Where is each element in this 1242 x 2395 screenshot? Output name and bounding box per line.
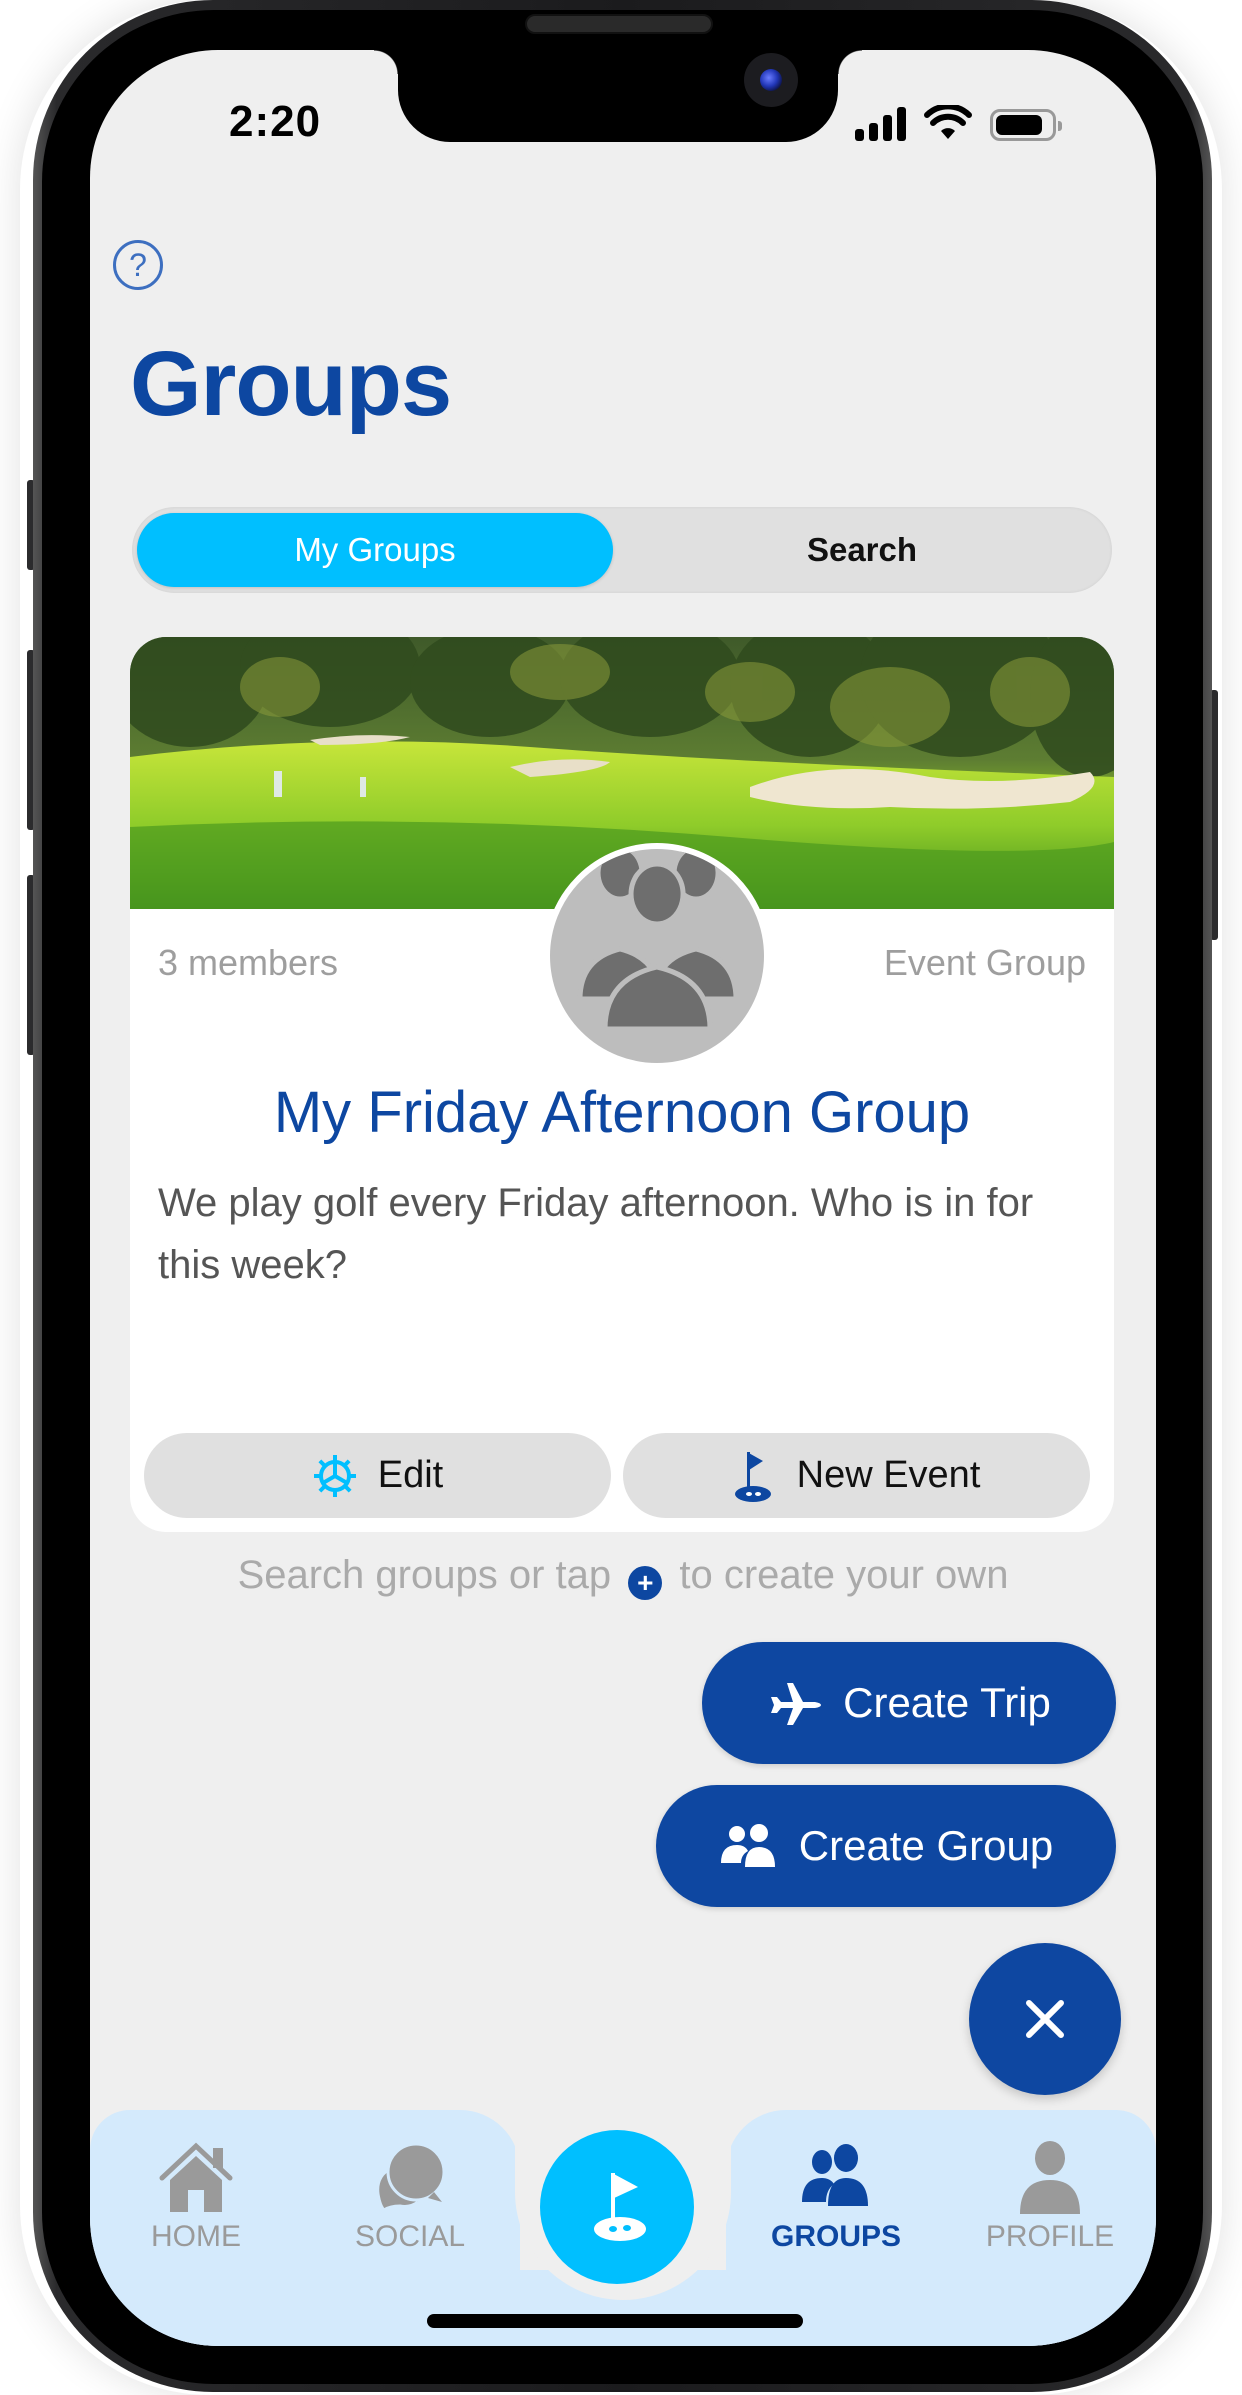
home-indicator <box>427 2314 803 2328</box>
tab-my-groups[interactable]: My Groups <box>137 513 613 587</box>
tab-social[interactable]: SOCIAL <box>330 2140 490 2254</box>
groups-segmented-control: My Groups Search <box>132 507 1112 593</box>
battery-level <box>996 115 1042 135</box>
status-time: 2:20 <box>229 97 322 146</box>
person-icon <box>1020 2141 1080 2214</box>
tab-groups-label: GROUPS <box>770 2220 902 2253</box>
page-title: Groups <box>130 333 452 435</box>
edit-label: Edit <box>377 1454 444 1496</box>
chat-bubbles-icon <box>376 2142 446 2212</box>
center-golf-button[interactable] <box>540 2130 694 2284</box>
question-circle-icon[interactable]: ? <box>113 240 163 290</box>
people-icon <box>802 2144 868 2206</box>
tab-social-label: SOCIAL <box>354 2220 466 2253</box>
front-camera <box>744 53 798 107</box>
status-icons <box>855 105 1062 141</box>
people-icon <box>720 1824 775 1867</box>
airplane-icon <box>771 1683 822 1725</box>
tab-groups[interactable]: GROUPS <box>756 2140 916 2254</box>
gear-icon <box>313 1454 356 1497</box>
create-group-button[interactable]: Create Group <box>656 1785 1116 1907</box>
tab-home[interactable]: HOME <box>116 2140 276 2254</box>
close-fab-button[interactable] <box>969 1943 1121 2095</box>
bottom-tab-bar: HOME SOCIAL GROUPS PROFILE <box>90 2090 1156 2346</box>
hint-text-before: Search groups or tap <box>237 1553 612 1597</box>
new-event-label: New Event <box>796 1454 981 1496</box>
golf-flag-icon <box>734 1451 771 1502</box>
group-card[interactable]: 3 members Event Group My Friday Afternoo… <box>130 637 1114 1532</box>
group-name[interactable]: My Friday Afternoon Group <box>130 1079 1114 1146</box>
app-screen: 2:20 ? Groups My Groups Search 3 members… <box>90 50 1156 2346</box>
home-icon <box>159 2142 233 2212</box>
group-silhouette-icon <box>577 849 739 1032</box>
edit-group-button[interactable]: Edit <box>144 1433 611 1518</box>
member-count: 3 members <box>158 942 339 983</box>
battery-icon <box>990 109 1062 141</box>
hint-text-after: to create your own <box>679 1553 1009 1597</box>
close-icon <box>1026 2000 1064 2038</box>
wifi-icon <box>924 105 972 139</box>
create-trip-button[interactable]: Create Trip <box>702 1642 1116 1764</box>
create-trip-label: Create Trip <box>843 1679 1051 1726</box>
tab-home-label: HOME <box>151 2220 241 2253</box>
golf-flag-icon <box>594 2173 646 2241</box>
group-type: Event Group <box>883 942 1086 983</box>
new-event-button[interactable]: New Event <box>623 1433 1090 1518</box>
tab-search[interactable]: Search <box>622 513 1102 587</box>
notch <box>374 50 862 142</box>
plus-circle-icon: + <box>628 1566 663 1600</box>
create-group-label: Create Group <box>798 1822 1054 1869</box>
group-description: We play golf every Friday afternoon. Who… <box>158 1181 1034 1287</box>
group-avatar[interactable] <box>544 843 770 1069</box>
signal-icon <box>855 107 906 141</box>
tab-profile[interactable]: PROFILE <box>970 2140 1130 2254</box>
tab-profile-label: PROFILE <box>985 2220 1115 2253</box>
create-hint: Search groups or tap + to create your ow… <box>90 1553 1156 1600</box>
earpiece-speaker <box>525 14 713 34</box>
